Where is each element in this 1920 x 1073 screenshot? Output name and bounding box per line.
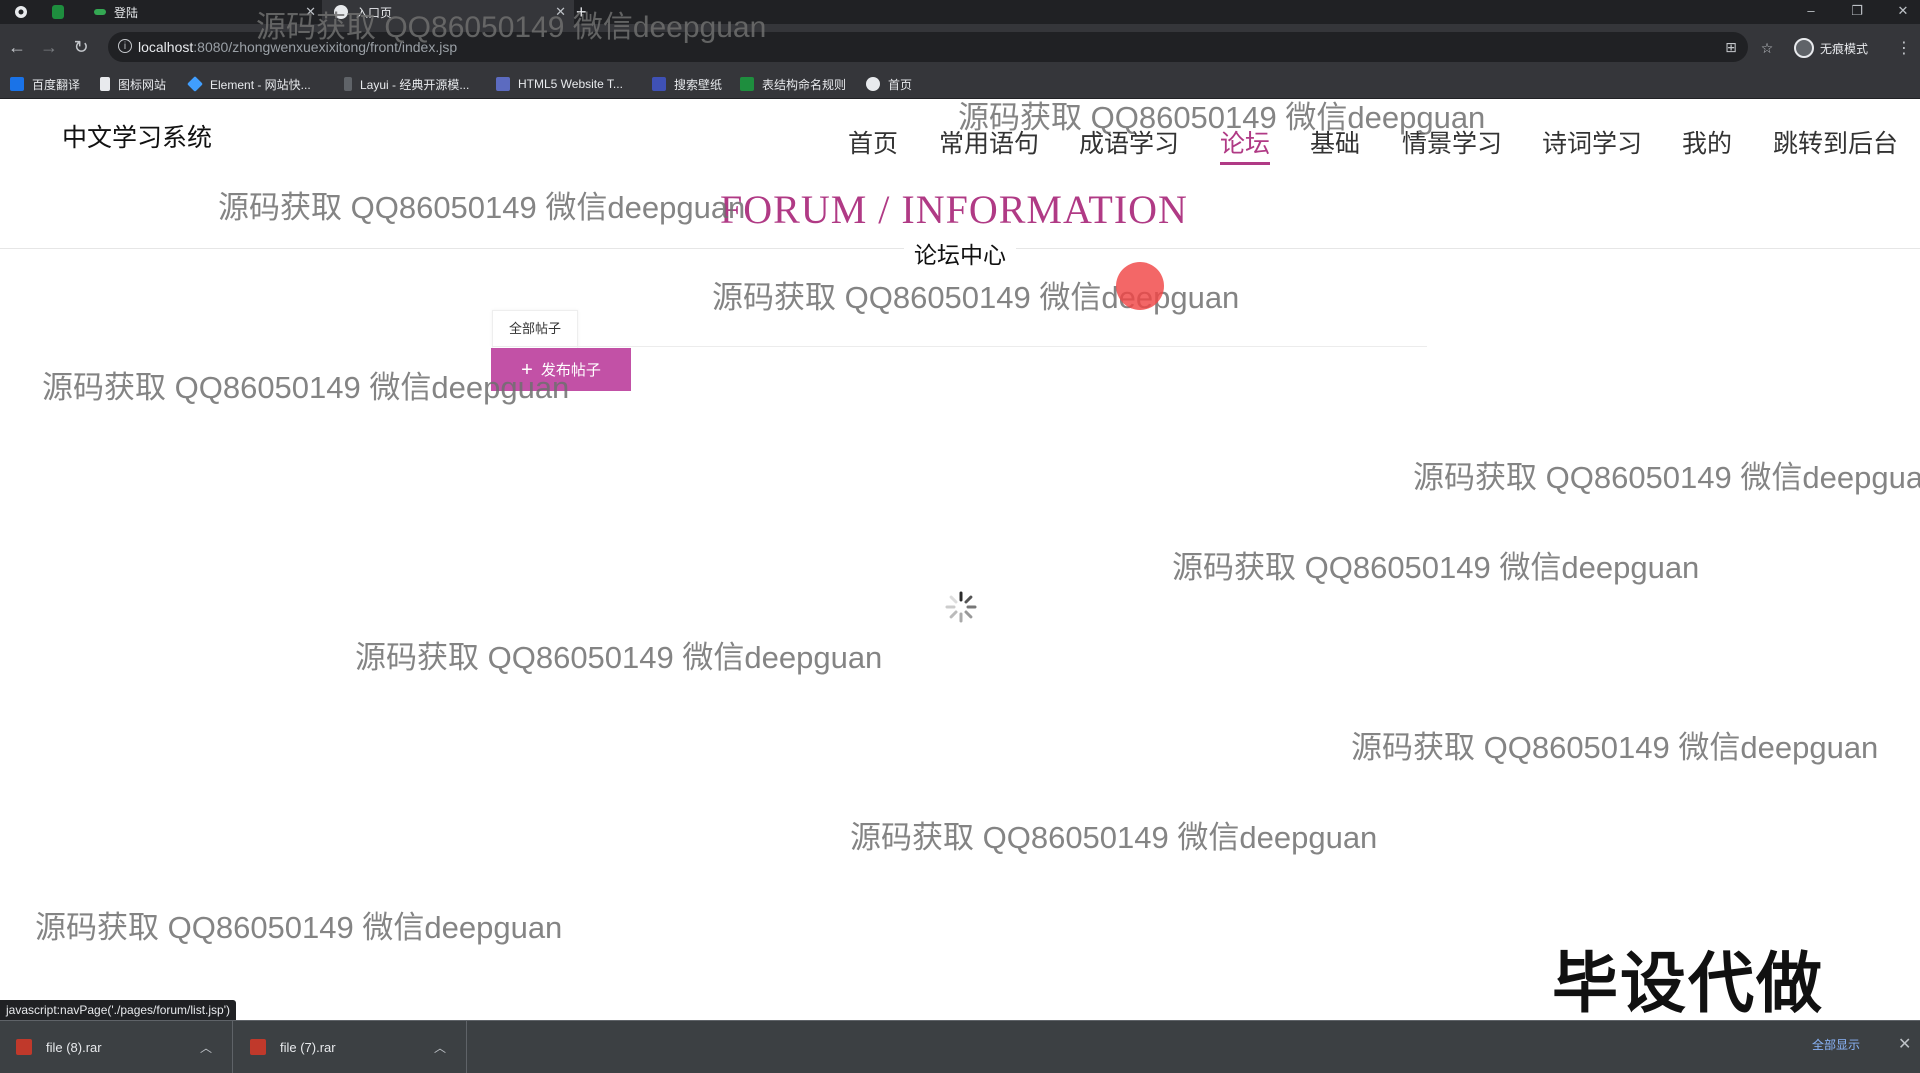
- archive-file-icon: [250, 1039, 266, 1055]
- bookmark-item[interactable]: 搜索壁纸: [652, 75, 722, 93]
- close-shelf-icon[interactable]: ✕: [1898, 1034, 1911, 1054]
- browser-menu-icon[interactable]: ⋮: [1896, 38, 1912, 58]
- bookmark-star-icon[interactable]: ☆: [1756, 37, 1778, 59]
- main-nav: 首页 常用语句 成语学习 论坛 基础 情景学习 诗词学习 我的 跳转到后台: [0, 124, 1920, 165]
- translate-icon[interactable]: ⊞: [1720, 36, 1742, 58]
- restore-icon[interactable]: ❐: [1842, 0, 1872, 24]
- download-item[interactable]: file (8).rar ︿: [0, 1021, 233, 1073]
- bookmark-item[interactable]: Element - 网站快...: [187, 75, 311, 93]
- url-host: localhost: [138, 39, 194, 55]
- nav-idioms[interactable]: 成语学习: [1079, 124, 1179, 160]
- nav-forum[interactable]: 论坛: [1220, 124, 1271, 165]
- download-filename: file (8).rar: [46, 1039, 102, 1055]
- reload-icon[interactable]: ↻: [68, 34, 94, 60]
- bookmark-item[interactable]: HTML5 Website T...: [496, 75, 623, 93]
- browser-toolbar: ← → ↻ i localhost:8080/zhongwenxuexixito…: [0, 24, 1920, 70]
- forum-subtitle-wrap: 论坛中心: [0, 236, 1920, 270]
- back-icon[interactable]: ←: [4, 34, 30, 60]
- bookmark-item[interactable]: 首页: [866, 75, 912, 93]
- watermark: 源码获取 QQ86050149 微信deepguan: [35, 910, 563, 945]
- nav-admin[interactable]: 跳转到后台: [1773, 124, 1898, 160]
- browser-tab-strip: 登陆 ✕ 入口页 ✕ + – ❐ ✕: [0, 0, 1920, 24]
- html5-bookmark-icon: [496, 77, 510, 91]
- bookmark-label: 图标网站: [118, 77, 167, 92]
- download-shelf: file (8).rar ︿ file (7).rar ︿ 全部显示 ✕: [0, 1020, 1920, 1073]
- publish-post-button[interactable]: + 发布帖子: [491, 348, 631, 391]
- watermark: 源码获取 QQ86050149 微信deepguan: [355, 640, 883, 675]
- bookmark-item[interactable]: 表结构命名规则: [740, 75, 846, 93]
- sheet-bookmark-icon: [740, 77, 754, 91]
- bookmark-label: 首页: [888, 77, 913, 92]
- watermark: 源码获取 QQ86050149 微信deepguan: [1351, 730, 1879, 765]
- bookmark-label: HTML5 Website T...: [518, 77, 623, 91]
- bookmark-label: 表结构命名规则: [762, 77, 847, 92]
- incognito-icon: [1794, 38, 1814, 58]
- archive-file-icon: [16, 1039, 32, 1055]
- translate-bookmark-icon: [10, 77, 24, 91]
- bookmark-label: 搜索壁纸: [674, 77, 723, 92]
- forward-icon[interactable]: →: [36, 34, 62, 60]
- close-window-icon[interactable]: ✕: [1888, 0, 1918, 24]
- nav-basics[interactable]: 基础: [1310, 124, 1360, 160]
- watermark: 源码获取 QQ86050149 微信deepguan: [1172, 550, 1700, 585]
- nav-common-phrases[interactable]: 常用语句: [939, 124, 1039, 160]
- status-bar-url: javascript:navPage('./pages/forum/list.j…: [0, 1000, 237, 1020]
- overlay-text: 毕设代做: [1552, 946, 1824, 1020]
- bookmark-item[interactable]: 百度翻译: [10, 75, 80, 93]
- nav-home[interactable]: 首页: [848, 124, 898, 160]
- close-tab-icon[interactable]: ✕: [305, 4, 316, 20]
- download-filename: file (7).rar: [280, 1039, 336, 1055]
- bookmark-item[interactable]: Layui - 经典开源模...: [344, 75, 469, 93]
- cursor-highlight: [1116, 262, 1164, 310]
- forum-subtitle: 论坛中心: [904, 242, 1016, 268]
- bookmark-label: Element - 网站快...: [210, 77, 311, 92]
- tab-favicon-icon: [334, 5, 348, 19]
- url-text[interactable]: localhost:8080/zhongwenxuexixitong/front…: [138, 39, 457, 55]
- address-bar[interactable]: i localhost:8080/zhongwenxuexixitong/fro…: [108, 32, 1748, 62]
- incognito-profile[interactable]: 无痕模式: [1794, 36, 1868, 60]
- chrome-logo-icon[interactable]: [14, 0, 34, 24]
- watermark: 源码获取 QQ86050149 微信deepguan: [850, 820, 1378, 855]
- nav-scenario-learning[interactable]: 情景学习: [1402, 124, 1502, 160]
- minimize-icon[interactable]: –: [1796, 0, 1826, 24]
- forum-title: FORUM / INFORMATION: [720, 187, 1188, 232]
- tab-login[interactable]: 登陆 ✕: [90, 0, 324, 24]
- download-item[interactable]: file (7).rar ︿: [234, 1021, 467, 1073]
- url-path: :8080/zhongwenxuexixitong/front/index.js…: [193, 39, 458, 55]
- new-tab-icon[interactable]: +: [576, 0, 587, 24]
- tab-entry[interactable]: 入口页 ✕: [322, 0, 574, 24]
- bookmark-item[interactable]: 图标网站: [100, 75, 166, 93]
- close-tab-icon[interactable]: ✕: [555, 4, 566, 20]
- profile-label: 无痕模式: [1820, 41, 1869, 56]
- layui-logo-icon: [344, 77, 352, 91]
- bookmark-label: 百度翻译: [32, 77, 81, 92]
- chevron-up-icon[interactable]: ︿: [200, 1039, 212, 1056]
- globe-icon: [866, 77, 880, 91]
- tab-label: 入口页: [356, 5, 393, 20]
- sheet-app-icon[interactable]: [52, 0, 72, 24]
- plus-icon: +: [521, 358, 533, 381]
- tab-label: 登陆: [114, 5, 139, 20]
- nav-mine[interactable]: 我的: [1682, 124, 1732, 160]
- watermark: 源码获取 QQ86050149 微信deepguan: [1413, 460, 1920, 495]
- tab-divider: [492, 346, 1427, 347]
- element-logo-icon: [187, 76, 203, 92]
- watermark: 源码获取 QQ86050149 微信deepguan: [218, 190, 746, 225]
- wallpaper-bookmark-icon: [652, 77, 666, 91]
- bookmark-label: Layui - 经典开源模...: [360, 77, 470, 92]
- chevron-up-icon[interactable]: ︿: [434, 1039, 446, 1056]
- show-all-downloads-link[interactable]: 全部显示: [1812, 1036, 1860, 1053]
- publish-label: 发布帖子: [540, 362, 601, 379]
- bookmarks-bar: 百度翻译 图标网站 Element - 网站快... Layui - 经典开源模…: [0, 70, 1920, 99]
- spinner-icon: [945, 591, 977, 623]
- site-info-icon[interactable]: i: [118, 39, 132, 53]
- tab-all-posts[interactable]: 全部帖子: [492, 310, 578, 348]
- flag-icon: [100, 77, 110, 91]
- nav-poetry[interactable]: 诗词学习: [1542, 124, 1642, 160]
- tab-favicon-icon: [94, 9, 106, 15]
